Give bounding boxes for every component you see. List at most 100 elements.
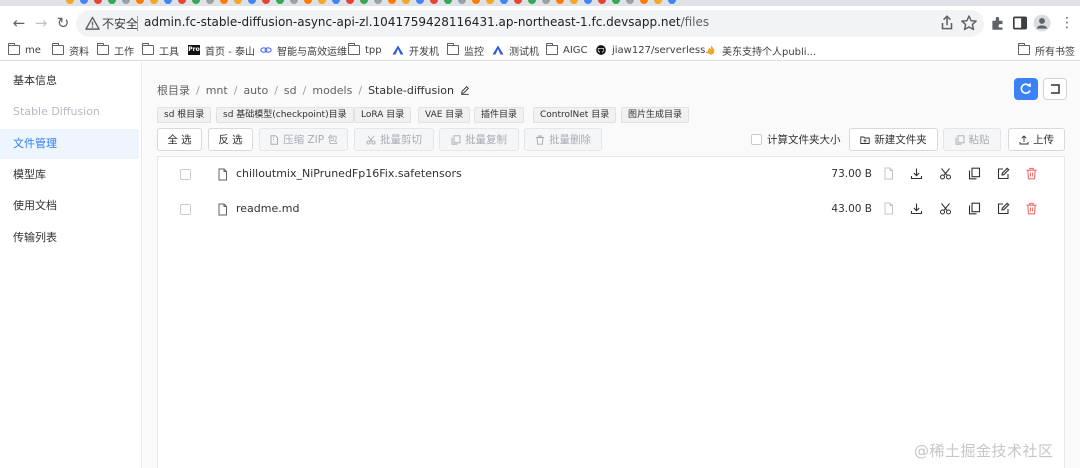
preview-file-icon[interactable] (882, 202, 895, 215)
copy-icon[interactable] (968, 167, 981, 180)
tab-favicon[interactable] (472, 0, 480, 4)
tab-favicon[interactable] (248, 0, 256, 4)
sidebar-item-docs[interactable]: 使用文档 (0, 191, 139, 221)
tab-favicon[interactable] (402, 0, 410, 4)
tab-favicon[interactable] (220, 0, 228, 4)
delete-icon[interactable] (1025, 202, 1038, 215)
tab-favicon[interactable] (388, 0, 396, 4)
profile-avatar-icon[interactable] (1033, 14, 1051, 32)
bookmark-github[interactable]: jiaw127/serverless... (595, 42, 715, 58)
tab-favicon[interactable] (304, 0, 312, 4)
tab-favicon[interactable] (528, 0, 536, 4)
sidebar-item-stable-diffusion[interactable]: Stable Diffusion (0, 97, 139, 127)
sidebar-item-transfer-list[interactable]: 传输列表 (0, 223, 139, 253)
tab-favicon[interactable] (346, 0, 354, 4)
tab-favicon[interactable] (290, 0, 298, 4)
bookmark-monitor[interactable]: 监控 (447, 42, 484, 58)
bookmark-tools[interactable]: 工具 (142, 42, 179, 58)
forward-icon[interactable]: → (30, 12, 52, 34)
breadcrumb-sd[interactable]: sd (284, 84, 297, 97)
quick-dir-controlnet[interactable]: ControlNet 目录 (533, 107, 617, 123)
quick-dir-vae[interactable]: VAE 目录 (418, 107, 471, 123)
batch-delete-button[interactable]: 批量删除 (524, 128, 602, 151)
quick-dir-outputs[interactable]: 图片生成目录 (621, 107, 690, 123)
file-row-checkbox[interactable] (180, 204, 191, 215)
tab-favicon[interactable] (178, 0, 186, 4)
back-icon[interactable]: ← (8, 12, 30, 34)
download-icon[interactable] (910, 167, 923, 180)
address-bar[interactable]: 不安全 admin.fc-stable-diffusion-async-api-… (76, 10, 984, 37)
tab-favicon[interactable] (598, 0, 606, 4)
bookmark-aiops[interactable]: 智能与高效运维 (260, 42, 347, 58)
copy-icon[interactable] (968, 202, 981, 215)
tab-favicon[interactable] (108, 0, 116, 4)
file-row-checkbox[interactable] (180, 169, 191, 180)
tab-favicon[interactable] (122, 0, 130, 4)
batch-cut-button[interactable]: 批量剪切 (354, 128, 434, 151)
tab-favicon[interactable] (332, 0, 340, 4)
breadcrumb-models[interactable]: models (312, 84, 352, 97)
tab-favicon[interactable] (556, 0, 564, 4)
quick-dir-extensions[interactable]: 插件目录 (474, 107, 525, 123)
sidebar-item-file-management[interactable]: 文件管理 (0, 129, 139, 159)
preview-file-icon[interactable] (882, 167, 895, 180)
tab-favicon[interactable] (640, 0, 648, 4)
batch-copy-button[interactable]: 批量复制 (439, 128, 519, 151)
url-text[interactable]: admin.fc-stable-diffusion-async-api-zl.1… (144, 15, 709, 29)
delete-icon[interactable] (1025, 167, 1038, 180)
edit-path-icon[interactable] (460, 85, 470, 95)
tab-favicon[interactable] (654, 0, 662, 4)
tab-favicon[interactable] (584, 0, 592, 4)
tab-favicon[interactable] (458, 0, 466, 4)
bookmark-taishan[interactable]: Pro 首页 - 泰山 (188, 42, 255, 58)
calc-folder-size-checkbox[interactable] (751, 134, 762, 145)
edit-icon[interactable] (997, 167, 1010, 180)
tab-favicon[interactable] (234, 0, 242, 4)
breadcrumb-mnt[interactable]: mnt (206, 84, 228, 97)
share-icon[interactable] (938, 14, 956, 32)
tab-favicon[interactable] (430, 0, 438, 4)
select-all-button[interactable]: 全 选 (157, 128, 202, 151)
tab-favicon[interactable] (360, 0, 368, 4)
tab-favicon[interactable] (136, 0, 144, 4)
tab-favicon[interactable] (486, 0, 494, 4)
all-bookmarks[interactable]: 所有书签 (1018, 42, 1075, 58)
side-panel-icon[interactable] (1011, 14, 1029, 32)
bookmark-tpp[interactable]: tpp (348, 42, 382, 58)
tab-favicon[interactable] (612, 0, 620, 4)
tab-favicon[interactable] (570, 0, 578, 4)
extensions-icon[interactable] (989, 14, 1007, 32)
cut-icon[interactable] (939, 167, 952, 180)
tab-favicon[interactable] (150, 0, 158, 4)
quick-dir-sd-root[interactable]: sd 根目录 (157, 107, 212, 123)
tab-favicon[interactable] (626, 0, 634, 4)
tab-favicon[interactable] (318, 0, 326, 4)
file-name[interactable]: readme.md (236, 202, 299, 215)
quick-dir-lora[interactable]: LoRA 目录 (354, 107, 412, 123)
sidebar-item-basic-info[interactable]: 基本信息 (0, 66, 139, 96)
new-folder-button[interactable]: 新建文件夹 (849, 128, 938, 151)
breadcrumb-root[interactable]: 根目录 (157, 82, 190, 98)
bookmark-testbox[interactable]: 测试机 (492, 42, 539, 58)
bookmark-docs[interactable]: 资料 (52, 42, 89, 58)
bookmark-me[interactable]: me (8, 42, 41, 58)
invert-selection-button[interactable]: 反 选 (208, 128, 253, 151)
bookmark-devbox[interactable]: 开发机 (392, 42, 439, 58)
file-row[interactable]: chilloutmix_NiPrunedFp16Fix.safetensors … (158, 157, 1064, 193)
tab-favicon[interactable] (206, 0, 214, 4)
browser-menu-icon[interactable]: ⋮ (1056, 12, 1078, 34)
quick-dir-checkpoint[interactable]: sd 基础模型(checkpoint)目录 (216, 107, 354, 123)
zip-button[interactable]: 压缩 ZIP 包 (259, 128, 348, 151)
file-row[interactable]: readme.md 43.00 B (158, 192, 1064, 228)
tab-favicon[interactable] (514, 0, 522, 4)
tab-favicon[interactable] (444, 0, 452, 4)
collapse-button[interactable] (1043, 78, 1067, 100)
tab-favicon[interactable] (94, 0, 102, 4)
tab-favicon[interactable] (416, 0, 424, 4)
tab-favicon[interactable] (374, 0, 382, 4)
bookmark-aigc[interactable]: AIGC (546, 42, 588, 58)
tab-favicon[interactable] (164, 0, 172, 4)
tab-favicon[interactable] (80, 0, 88, 4)
reload-icon[interactable]: ↻ (52, 12, 74, 34)
bookmark-star-icon[interactable] (960, 14, 978, 32)
